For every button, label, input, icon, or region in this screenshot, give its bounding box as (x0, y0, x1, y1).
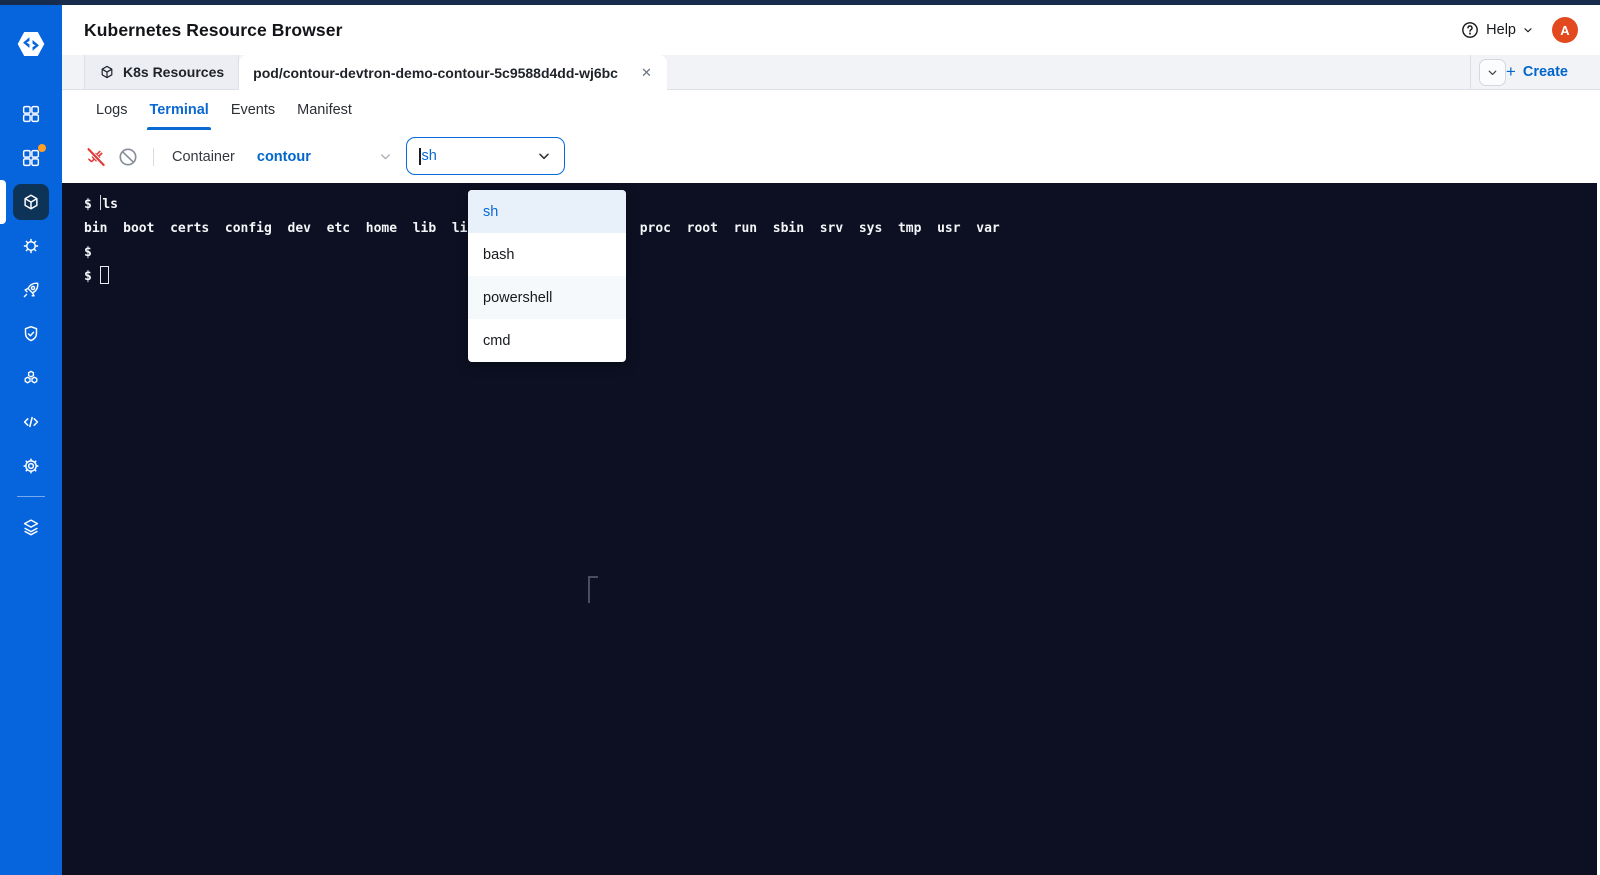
shell-option-powershell[interactable]: powershell (468, 276, 626, 319)
sidebar-item-deploy[interactable] (13, 272, 49, 308)
plus-icon: + (1505, 62, 1516, 81)
sidebar-item-application-groups[interactable] (13, 140, 49, 176)
help-label: Help (1486, 22, 1516, 38)
tab-pod-contour[interactable]: pod/contour-devtron-demo-contour-5c9588d… (239, 55, 667, 90)
tab-k8s-resources[interactable]: K8s Resources (84, 55, 240, 89)
sidebar-item-global-config[interactable] (13, 448, 49, 484)
sidebar (0, 0, 62, 875)
sidebar-nav (0, 88, 49, 553)
hexagon-cluster-icon (24, 370, 38, 384)
terminal-line: $ ls (84, 193, 1600, 217)
disconnect-button[interactable] (84, 145, 108, 169)
subtab-logs[interactable]: Logs (96, 90, 127, 130)
close-icon[interactable]: ✕ (636, 63, 657, 83)
clear-terminal-button[interactable] (117, 146, 139, 168)
command-text: ls (102, 197, 118, 212)
sidebar-item-security[interactable] (13, 316, 49, 352)
chevron-down-icon (539, 153, 549, 160)
subtab-label: Events (230, 102, 276, 118)
terminal[interactable]: $ ls bin boot certs config dev etc home l… (62, 183, 1600, 875)
terminal-line: $ (84, 241, 1600, 265)
main-area: Kubernetes Resource Browser Help A K8s R… (62, 5, 1600, 875)
cube-icon (24, 194, 38, 210)
subtab-terminal[interactable]: Terminal (147, 90, 211, 130)
rocket-icon (23, 282, 39, 298)
subtab-label: Terminal (149, 102, 209, 118)
chevron-down-icon (380, 154, 390, 160)
tab-label: pod/contour-devtron-demo-contour-5c9588d… (253, 64, 618, 81)
container-value: contour (256, 148, 311, 165)
shell-select[interactable]: sh (406, 137, 565, 175)
shield-check-icon (24, 325, 38, 342)
option-label: cmd (483, 332, 511, 349)
chevron-down-icon (1488, 70, 1497, 75)
corner-mark (588, 576, 598, 603)
app-header: Kubernetes Resource Browser Help A (62, 5, 1600, 55)
devtron-logo-icon (17, 31, 45, 57)
option-label: sh (483, 203, 499, 220)
block-icon (119, 147, 137, 166)
create-label: Create (1522, 64, 1568, 80)
shell-option-sh[interactable]: sh (468, 190, 626, 233)
subtab-manifest[interactable]: Manifest (297, 90, 352, 130)
gear-icon (23, 458, 39, 474)
page-title: Kubernetes Resource Browser (84, 19, 343, 40)
plug-off-icon (87, 147, 106, 166)
shell-dropdown: sh bash powershell cmd (468, 190, 626, 362)
prompt: $ (84, 245, 92, 260)
shell-option-cmd[interactable]: cmd (468, 319, 626, 362)
option-label: powershell (483, 289, 553, 306)
avatar[interactable]: A (1552, 17, 1578, 43)
tab-bar-spacer (667, 55, 1470, 89)
sidebar-item-clusters[interactable] (13, 360, 49, 396)
code-icon (23, 416, 39, 428)
container-label: Container (172, 148, 235, 165)
shell-value: sh (421, 148, 437, 164)
window-top-strip (0, 0, 1600, 5)
sidebar-divider (17, 496, 45, 497)
chevron-down-icon (1524, 28, 1532, 33)
active-indicator (0, 180, 6, 224)
create-button[interactable]: + Create (1506, 62, 1568, 82)
sidebar-item-stack-manager[interactable] (13, 509, 49, 545)
cube-icon (101, 65, 113, 79)
devtron-logo[interactable] (0, 0, 62, 88)
pod-subtabs: Logs Terminal Events Manifest (62, 90, 1600, 130)
terminal-toolbar: Container contour sh (62, 130, 1600, 183)
container-select[interactable]: contour (257, 149, 393, 165)
terminal-line: $ (84, 265, 1600, 289)
toolbar-divider (153, 147, 154, 166)
helm-wheel-icon (23, 238, 39, 254)
sidebar-item-chart-store[interactable] (13, 228, 49, 264)
subtab-label: Manifest (297, 102, 352, 118)
terminal-cursor (99, 266, 109, 284)
grid-icon (22, 105, 40, 123)
option-label: bash (483, 246, 515, 263)
prompt: $ (84, 197, 92, 212)
tab-bar-divider (1469, 55, 1471, 89)
terminal-line: bin boot certs config dev etc home lib l… (84, 217, 1600, 241)
subtab-events[interactable]: Events (231, 90, 275, 130)
help-menu[interactable]: Help (1460, 20, 1534, 40)
tab-overflow-button[interactable] (1478, 59, 1506, 86)
notification-dot (38, 144, 46, 152)
sidebar-item-applications[interactable] (13, 96, 49, 132)
subtab-label: Logs (96, 102, 128, 118)
layers-icon (23, 519, 39, 536)
sidebar-item-code[interactable] (13, 404, 49, 440)
shell-option-bash[interactable]: bash (468, 233, 626, 276)
help-icon (1462, 22, 1479, 38)
tab-label: K8s Resources (123, 64, 225, 80)
resource-tab-bar: K8s Resources pod/contour-devtron-demo-c… (62, 55, 1600, 90)
prompt: $ (84, 269, 92, 284)
text-caret (419, 147, 421, 165)
sidebar-item-resource-browser[interactable] (0, 180, 49, 224)
